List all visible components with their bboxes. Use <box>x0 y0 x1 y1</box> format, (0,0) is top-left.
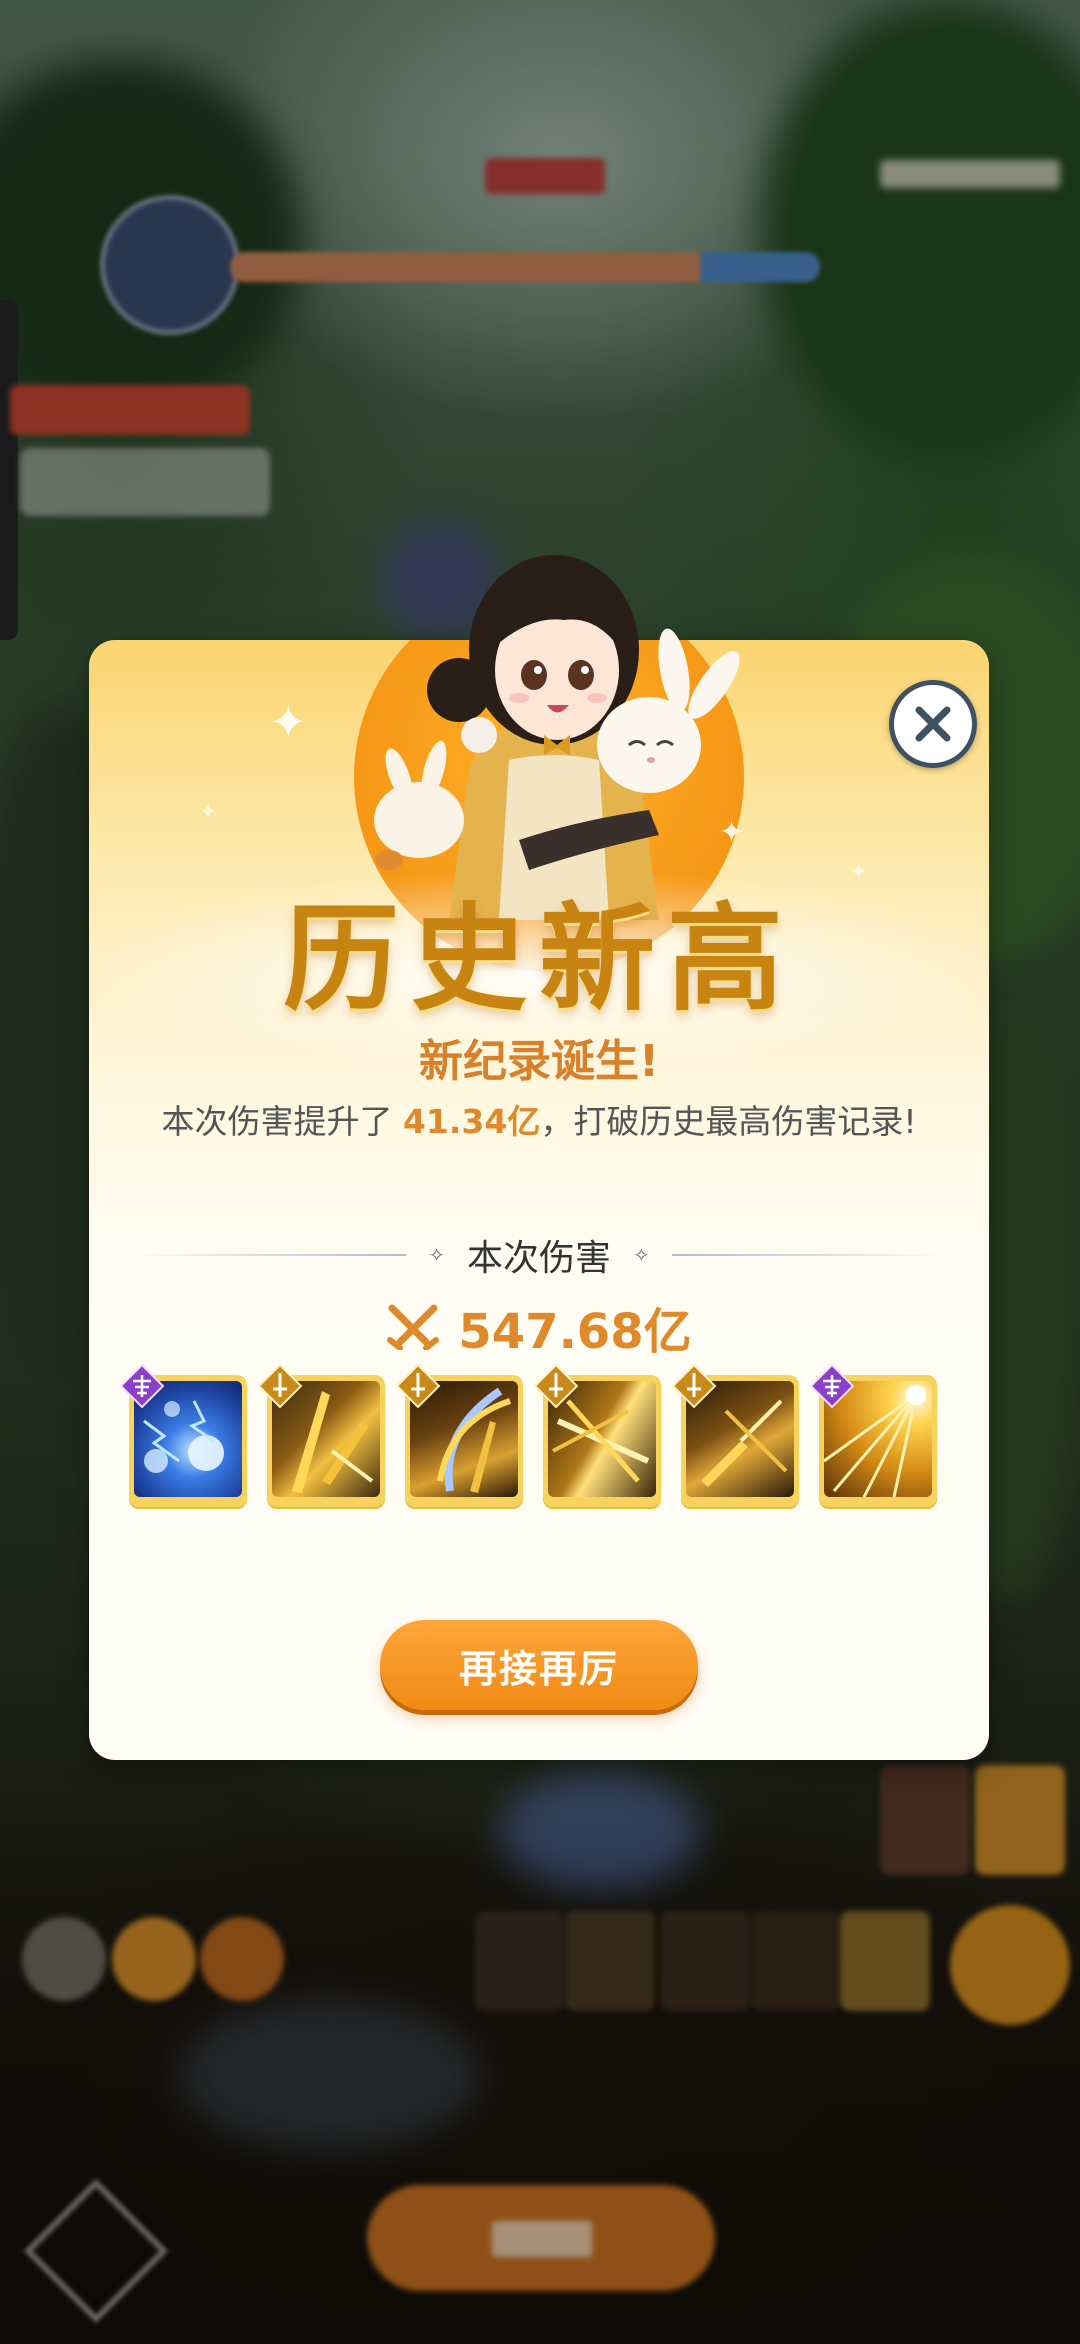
record-popup: ✦ ✦ ✦ ✦ 历史新高 新纪录诞生! 本次伤害提升了 41.34亿，打破历史最… <box>89 555 989 1760</box>
close-button[interactable] <box>889 680 977 768</box>
divider-line <box>671 1254 950 1256</box>
section-header: ✧ 本次伤害 ✧ <box>129 1230 950 1280</box>
try-again-label: 再接再厉 <box>458 1646 619 1691</box>
skill-list <box>119 1363 949 1515</box>
damage-increase-value: 41.34亿 <box>402 1102 541 1141</box>
popup-subtitle: 新纪录诞生! <box>418 1036 660 1087</box>
skill-card-sword-4[interactable] <box>671 1363 799 1507</box>
character-illustration <box>374 555 740 920</box>
sparkle-icon: ✦ <box>199 800 218 825</box>
purple-shrine-badge-icon <box>119 1363 165 1409</box>
popup-title: 历史新高 <box>283 891 795 1027</box>
desc-prefix: 本次伤害提升了 <box>161 1102 403 1141</box>
try-again-button[interactable]: 再接再厉 <box>380 1620 698 1710</box>
section-label: 本次伤害 <box>467 1238 612 1279</box>
record-description: 本次伤害提升了 41.34亿，打破历史最高伤害记录! <box>89 1095 989 1143</box>
skill-card-sword-2[interactable] <box>395 1363 523 1507</box>
skill-card-lightning[interactable] <box>119 1363 247 1507</box>
gold-sword-badge-icon <box>395 1363 441 1409</box>
diamond-icon: ✧ <box>633 1243 650 1267</box>
desc-suffix: ，打破历史最高伤害记录! <box>540 1102 917 1141</box>
damage-value: 547.68亿 <box>458 1304 692 1360</box>
purple-shrine-badge-icon <box>809 1363 855 1409</box>
gold-sword-badge-icon <box>671 1363 717 1409</box>
divider-line <box>129 1254 407 1256</box>
close-icon <box>915 706 951 742</box>
crossed-swords-icon <box>387 1304 440 1350</box>
skill-card-sword-3[interactable] <box>533 1363 661 1507</box>
diamond-icon: ✧ <box>428 1243 445 1267</box>
skill-card-light-burst[interactable] <box>809 1363 937 1507</box>
gold-sword-badge-icon <box>533 1363 579 1409</box>
sparkle-icon: ✦ <box>269 695 308 749</box>
damage-total: 547.68亿 <box>89 1292 989 1362</box>
gold-sword-badge-icon <box>257 1363 303 1409</box>
skill-card-sword-1[interactable] <box>257 1363 385 1507</box>
